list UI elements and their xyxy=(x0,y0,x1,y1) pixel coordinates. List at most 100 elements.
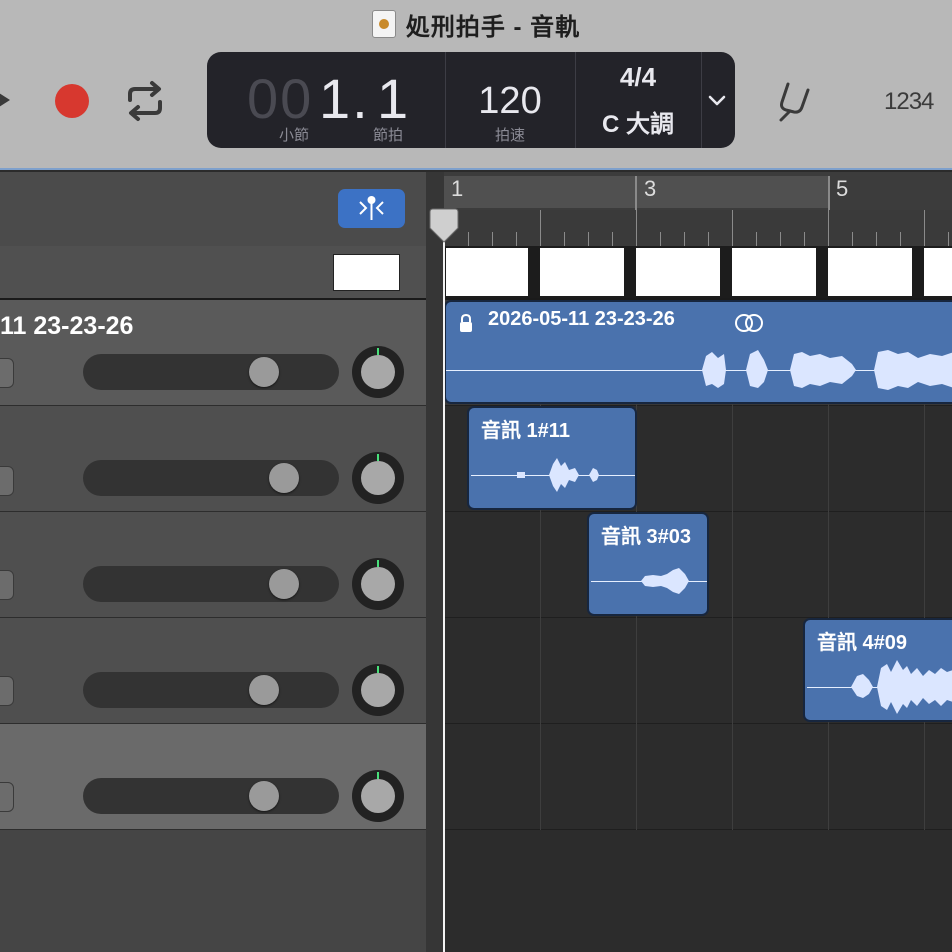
tick xyxy=(468,232,469,246)
pan-indicator xyxy=(377,666,379,673)
tick xyxy=(540,210,541,246)
audio-region[interactable]: 音訊 3#03 xyxy=(587,512,709,616)
volume-slider-handle[interactable] xyxy=(249,357,279,387)
track-header[interactable] xyxy=(0,618,426,724)
track-button[interactable] xyxy=(0,676,14,706)
volume-slider-handle[interactable] xyxy=(249,675,279,705)
count-in-button[interactable]: 1234 xyxy=(884,88,934,116)
pan-knob-cap xyxy=(361,461,395,495)
volume-slider[interactable] xyxy=(83,672,339,708)
track-header[interactable] xyxy=(0,406,426,512)
ruler-bar-line xyxy=(635,176,637,210)
lcd-tempo-label: 拍速 xyxy=(494,127,525,144)
loop-link-icon xyxy=(735,314,763,332)
lcd-time-signature[interactable]: 4/4 xyxy=(575,62,701,93)
lcd-divider xyxy=(701,52,702,148)
track-header[interactable] xyxy=(0,724,426,830)
tick xyxy=(636,210,637,246)
lcd-key[interactable]: C 大調 xyxy=(575,104,701,139)
volume-slider-handle[interactable] xyxy=(269,569,299,599)
volume-slider[interactable] xyxy=(83,778,339,814)
beat-ticks xyxy=(444,210,952,246)
tick xyxy=(780,232,781,246)
tick xyxy=(612,232,613,246)
window-title: 処刑拍手 - 音軌 xyxy=(405,13,581,41)
arrangement-section[interactable] xyxy=(732,248,816,296)
playhead-handle[interactable] xyxy=(428,208,460,244)
waveform xyxy=(517,458,599,492)
track-header[interactable]: 11 23-23-26 xyxy=(0,300,426,406)
pan-indicator xyxy=(377,560,379,567)
header-splitter[interactable] xyxy=(426,172,444,952)
arrangement-section[interactable] xyxy=(924,248,952,296)
track-button[interactable] xyxy=(0,782,14,812)
waveform xyxy=(641,568,689,594)
lcd-bar-leading-zeros: 00 xyxy=(247,67,314,130)
waveform xyxy=(702,350,952,390)
pan-knob[interactable] xyxy=(352,664,404,716)
arrangement-section[interactable] xyxy=(828,248,912,296)
volume-slider-handle[interactable] xyxy=(249,781,279,811)
track-lane[interactable] xyxy=(444,724,952,830)
region-label: 音訊 4#09 xyxy=(817,632,908,654)
audio-region[interactable]: 音訊 4#09 xyxy=(803,618,952,722)
arrangement-section[interactable] xyxy=(540,248,624,296)
region-label: 音訊 3#03 xyxy=(601,526,692,548)
track-button[interactable] xyxy=(0,570,14,600)
pan-indicator xyxy=(377,454,379,461)
smart-controls-button[interactable] xyxy=(338,189,405,228)
audio-region[interactable]: 音訊 1#11 xyxy=(467,406,637,510)
tick xyxy=(564,232,565,246)
track-header[interactable] xyxy=(0,512,426,618)
tick xyxy=(588,232,589,246)
audio-region[interactable]: 2026-05-11 23-23-26 xyxy=(444,300,952,404)
lcd-beat-value: 1 xyxy=(377,67,409,130)
tick xyxy=(732,210,733,246)
pan-knob-cap xyxy=(361,673,395,707)
cycle-icon[interactable] xyxy=(122,80,168,122)
tick xyxy=(900,232,901,246)
volume-slider-handle[interactable] xyxy=(269,463,299,493)
pan-knob-cap xyxy=(361,567,395,601)
chevron-down-icon[interactable] xyxy=(707,90,727,110)
record-button[interactable] xyxy=(55,84,89,118)
tick xyxy=(804,232,805,246)
volume-slider[interactable] xyxy=(83,460,339,496)
collapse-arrows-icon xyxy=(359,196,384,220)
arrangement-section[interactable] xyxy=(636,248,720,296)
region-label: 音訊 1#11 xyxy=(481,420,570,442)
pan-knob[interactable] xyxy=(352,770,404,822)
lcd-tempo-value[interactable]: 120 xyxy=(445,80,575,123)
lcd-bar-value: 1. xyxy=(319,67,370,130)
pan-knob-cap xyxy=(361,779,395,813)
pan-indicator xyxy=(377,348,379,355)
lock-icon xyxy=(460,313,472,332)
region-label: 2026-05-11 23-23-26 xyxy=(488,308,675,330)
pan-knob[interactable] xyxy=(352,452,404,504)
ruler-marker: 5 xyxy=(836,176,849,201)
ruler-marker: 3 xyxy=(644,176,657,201)
ruler-bar-line xyxy=(828,176,830,210)
lcd-bar-label: 小節 xyxy=(279,127,310,144)
tick xyxy=(492,232,493,246)
lcd-display[interactable]: 00 1. 1 小節 節拍 120 拍速 4/4 C 大調 xyxy=(207,52,735,148)
tuning-fork-icon[interactable] xyxy=(772,78,818,124)
pan-knob-cap xyxy=(361,355,395,389)
ruler-marker: 1 xyxy=(451,176,464,201)
pan-knob[interactable] xyxy=(352,558,404,610)
track-button[interactable] xyxy=(0,358,14,388)
volume-slider[interactable] xyxy=(83,566,339,602)
track-button[interactable] xyxy=(0,466,14,496)
cycle-region[interactable] xyxy=(444,176,830,208)
pan-knob[interactable] xyxy=(352,346,404,398)
tick xyxy=(708,232,709,246)
play-icon[interactable] xyxy=(0,86,10,114)
volume-slider[interactable] xyxy=(83,354,339,390)
playhead[interactable] xyxy=(443,210,445,952)
tick xyxy=(516,232,517,246)
tick xyxy=(876,232,877,246)
arrangement-section[interactable] xyxy=(446,248,528,296)
arrangement-marker-box[interactable] xyxy=(333,254,400,291)
tick xyxy=(828,210,829,246)
tick xyxy=(756,232,757,246)
